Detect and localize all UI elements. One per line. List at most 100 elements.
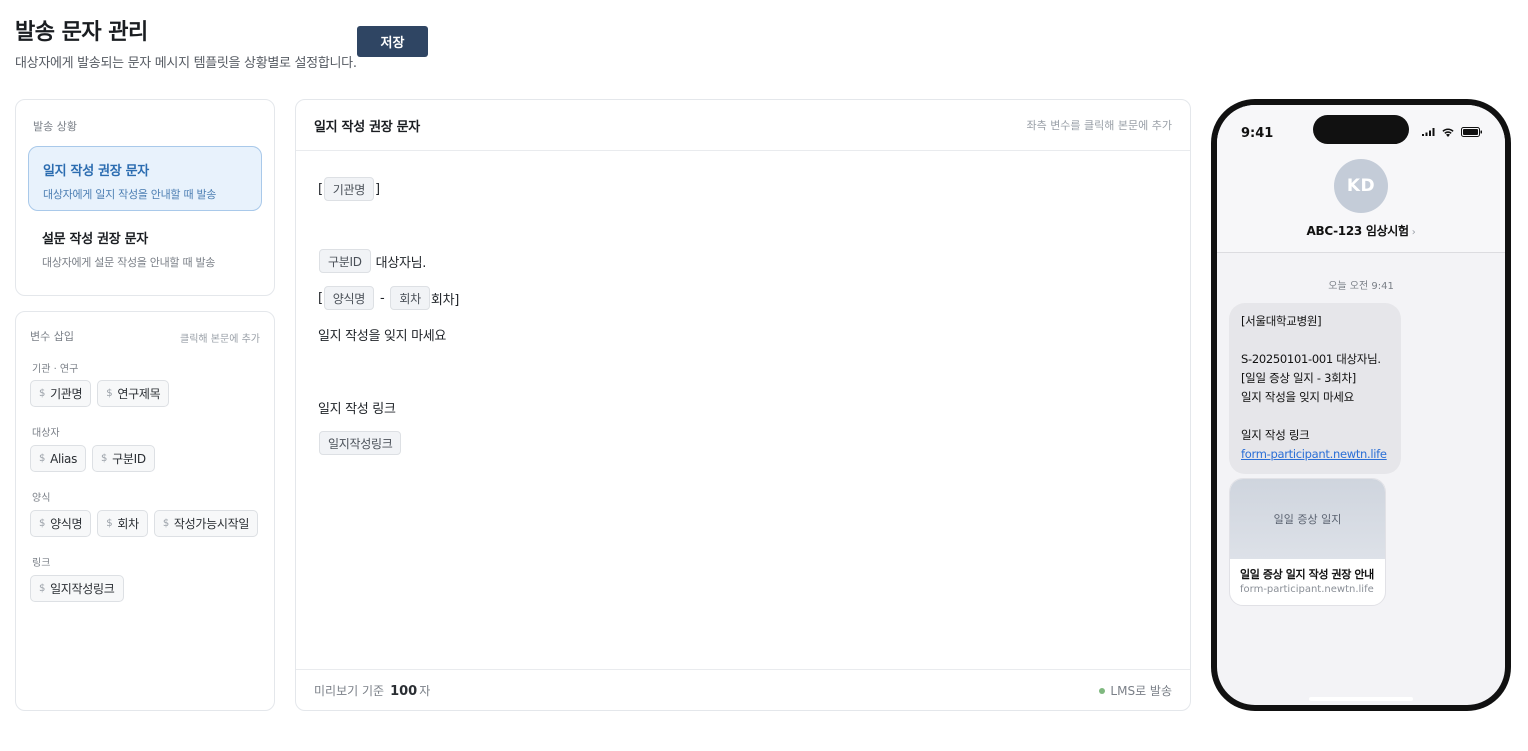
round-suffix-text: 회차]: [430, 292, 459, 308]
token-diary-link[interactable]: 일지작성링크: [319, 431, 402, 455]
situation-item-diary-reminder[interactable]: 일지 작성 권장 문자 대상자에게 일지 작성을 안내할 때 발송: [28, 146, 262, 211]
situation-item-title: 일지 작성 권장 문자: [43, 164, 149, 179]
save-button[interactable]: 저장: [357, 26, 428, 57]
wifi-icon: [1442, 128, 1454, 137]
editor-header: 일지 작성 권장 문자 좌측 변수를 클릭해 본문에 추가: [296, 100, 1190, 151]
dollar-icon: $: [39, 388, 46, 399]
situation-item-desc: 대상자에게 일지 작성을 안내할 때 발송: [43, 188, 217, 201]
message-line: 일지 작성 링크: [1241, 428, 1310, 442]
char-count-value: 100: [390, 684, 418, 699]
chevron-right-icon: ›: [1411, 227, 1416, 238]
editor-line-id[interactable]: 구분ID 대상자님.: [318, 249, 426, 273]
situation-panel: 발송 상황 일지 작성 권장 문자 대상자에게 일지 작성을 안내할 때 발송 …: [15, 99, 275, 296]
situation-item-title: 설문 작성 권장 문자: [42, 232, 148, 247]
variable-group-label: 기관 · 연구: [32, 364, 79, 375]
phone-screen: KD ABC-123 임상시험 › 9:41 오늘 오전 9:41 [서울대학교병…: [1217, 105, 1505, 705]
dash-text: -: [380, 290, 385, 306]
preview-label: 미리보기 기준: [314, 684, 385, 698]
editor-line-org[interactable]: [ 기관명 ]: [318, 177, 380, 201]
token-form-name[interactable]: 양식명: [323, 286, 375, 310]
editor-hint: 좌측 변수를 클릭해 본문에 추가: [1026, 119, 1172, 132]
variable-group-form: $ 양식명 $ 회차 $ 작성가능시작일: [30, 510, 259, 537]
variable-group-label: 양식: [32, 493, 51, 504]
variable-chip-label: 회차: [117, 517, 139, 531]
link-preview-card[interactable]: 일일 증상 일지 일일 증상 일지 작성 권장 안내 form-particip…: [1229, 478, 1386, 606]
variable-chip-diary-link[interactable]: $ 일지작성링크: [30, 575, 124, 602]
char-count-unit: 자: [419, 684, 431, 698]
dollar-icon: $: [106, 388, 113, 399]
token-round[interactable]: 회차: [390, 286, 430, 310]
message-line: [일일 증상 일지 - 3회차]: [1241, 371, 1356, 385]
variable-panel-hint: 클릭해 본문에 추가: [180, 334, 260, 345]
message-timestamp: 오늘 오전 9:41: [1328, 281, 1394, 292]
send-type-label: LMS로 발송: [1110, 684, 1172, 698]
variable-panel: 변수 삽입 클릭해 본문에 추가 기관 · 연구 $ 기관명 $ 연구제목 대상자 …: [15, 311, 275, 711]
editor-footer: 미리보기 기준 100 자 LMS로 발송: [296, 669, 1190, 710]
variable-chip-label: Alias: [50, 451, 78, 466]
variable-chip-label: 양식명: [50, 517, 83, 531]
variable-group-org: $ 기관명 $ 연구제목: [30, 380, 170, 407]
status-icons: [1422, 127, 1483, 137]
variable-chip-label: 기관명: [50, 387, 83, 401]
phone-preview: KD ABC-123 임상시험 › 9:41 오늘 오전 9:41 [서울대학교병…: [1211, 99, 1511, 711]
dollar-icon: $: [101, 453, 108, 464]
variable-chip-org-name[interactable]: $ 기관명: [30, 380, 92, 407]
situation-item-desc: 대상자에게 설문 작성을 안내할 때 발송: [42, 256, 216, 269]
situation-item-survey-reminder[interactable]: 설문 작성 권장 문자 대상자에게 설문 작성을 안내할 때 발송: [28, 215, 262, 280]
page-subtitle: 대상자에게 발송되는 문자 메시지 템플릿을 상황별로 설정합니다.: [15, 56, 357, 71]
editor-line-reminder[interactable]: 일지 작성을 잊지 마세요: [318, 325, 446, 344]
variable-chip-participant-id[interactable]: $ 구분ID: [92, 445, 155, 472]
message-line: 일지 작성을 잊지 마세요: [1241, 390, 1354, 404]
dollar-icon: $: [162, 518, 169, 529]
status-time: 9:41: [1241, 126, 1274, 141]
dollar-icon: $: [39, 453, 46, 464]
char-count: 미리보기 기준 100 자: [314, 682, 430, 699]
bracket-text: ]: [375, 181, 380, 197]
token-participant-id[interactable]: 구분ID: [319, 249, 371, 273]
link-preview-url: form-participant.newtn.life: [1240, 584, 1374, 595]
home-indicator: [1309, 697, 1413, 701]
contact-name-text: ABC-123 임상시험: [1306, 224, 1410, 238]
editor-title: 일지 작성 권장 문자: [314, 120, 420, 135]
dollar-icon: $: [39, 518, 46, 529]
link-preview-title: 일일 증상 일지 작성 권장 안내: [1240, 568, 1374, 581]
message-bubble: [서울대학교병원] S-20250101-001 대상자님. [일일 증상 일지…: [1229, 303, 1401, 474]
contact-name[interactable]: ABC-123 임상시험 ›: [1217, 222, 1505, 239]
link-preview-image: 일일 증상 일지: [1230, 479, 1385, 559]
editor-line-link-label[interactable]: 일지 작성 링크: [318, 398, 396, 417]
token-org-name[interactable]: 기관명: [323, 177, 375, 201]
signal-icon: [1422, 128, 1435, 136]
variable-group-label: 링크: [32, 558, 51, 569]
variable-chip-round[interactable]: $ 회차: [97, 510, 148, 537]
message-line: [서울대학교병원]: [1241, 314, 1322, 328]
status-dot-icon: [1099, 687, 1106, 694]
avatar: KD: [1334, 159, 1388, 213]
situation-panel-label: 발송 상황: [33, 120, 77, 133]
bracket-text: [: [318, 181, 323, 197]
variable-chip-label: 일지작성링크: [50, 582, 115, 596]
variable-group-link: $ 일지작성링크: [30, 575, 124, 602]
variable-chip-start-date[interactable]: $ 작성가능시작일: [153, 510, 259, 537]
editor-line-form[interactable]: [ 양식명 - 회차 회차]: [318, 286, 459, 310]
message-link[interactable]: form-participant.newtn.life: [1241, 445, 1389, 464]
variable-panel-label: 변수 삽입: [30, 330, 74, 343]
variable-chip-alias[interactable]: $ Alias: [30, 445, 87, 472]
variable-chip-label: 작성가능시작일: [173, 517, 250, 531]
variable-chip-form-name[interactable]: $ 양식명: [30, 510, 92, 537]
message-editor: 일지 작성 권장 문자 좌측 변수를 클릭해 본문에 추가 [ 기관명 ] 구분…: [295, 99, 1191, 711]
variable-group-participant: $ Alias $ 구분ID: [30, 445, 155, 472]
page-title: 발송 문자 관리: [15, 20, 148, 45]
dynamic-island: [1313, 115, 1409, 144]
dollar-icon: $: [39, 583, 46, 594]
editor-line-link[interactable]: 일지작성링크: [318, 431, 402, 455]
dollar-icon: $: [106, 518, 113, 529]
variable-chip-study-title[interactable]: $ 연구제목: [97, 380, 170, 407]
variable-group-label: 대상자: [32, 428, 60, 439]
message-line: S-20250101-001 대상자님.: [1241, 352, 1381, 366]
send-type: LMS로 발송: [1099, 682, 1172, 699]
variable-chip-label: 연구제목: [117, 387, 161, 401]
battery-icon: [1461, 127, 1482, 137]
id-suffix-text: 대상자님.: [375, 255, 427, 271]
variable-chip-label: 구분ID: [112, 452, 146, 466]
bracket-text: [: [318, 290, 323, 306]
